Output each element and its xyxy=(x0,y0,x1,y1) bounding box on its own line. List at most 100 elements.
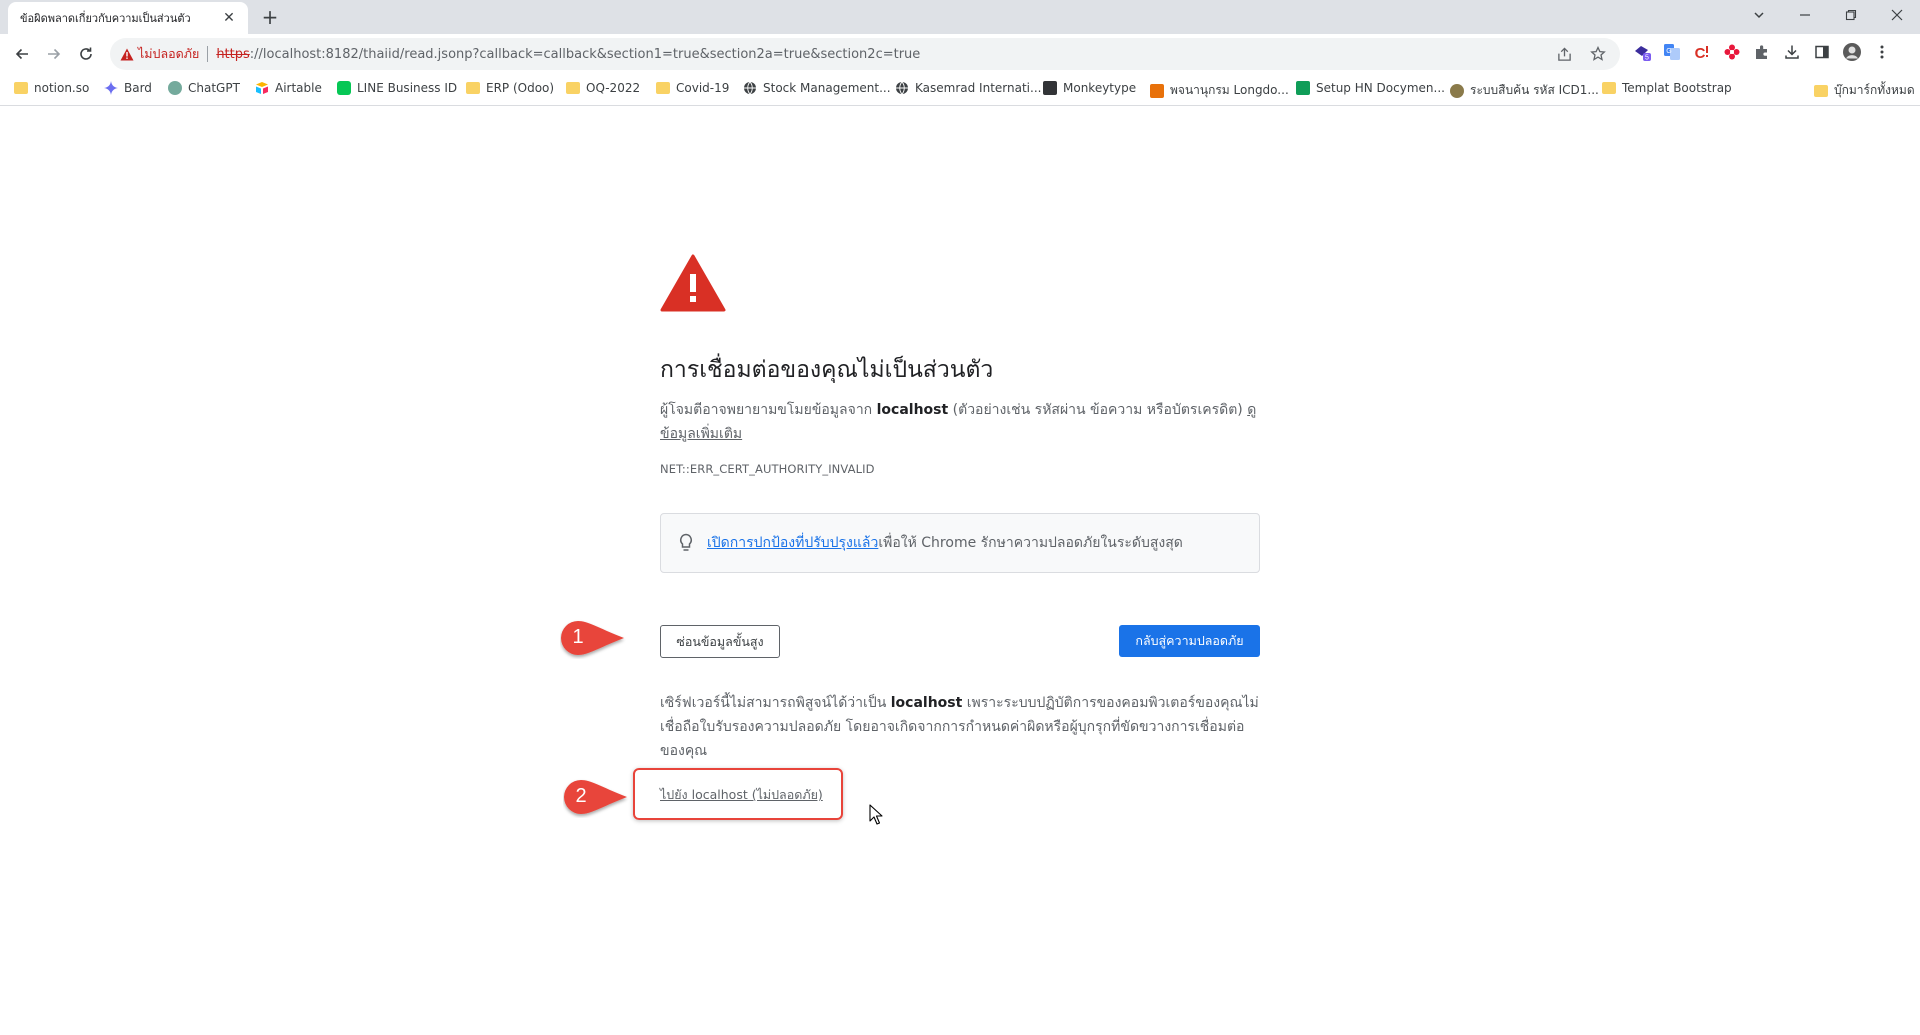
url-rest: ://localhost:8182/thaiid/read.jsonp?call… xyxy=(249,46,921,62)
warning-triangle-icon xyxy=(120,48,134,60)
airtable-icon xyxy=(256,82,268,94)
folder-icon xyxy=(566,82,580,94)
desc-host: localhost xyxy=(876,402,949,418)
bard-icon xyxy=(104,81,118,95)
security-label: ไม่ปลอดภัย xyxy=(138,46,200,61)
browser-toolbar: ไม่ปลอดภัย https://localhost:8182/thaiid… xyxy=(0,34,1920,74)
lightbulb-icon xyxy=(680,533,692,551)
mouse-cursor-icon xyxy=(869,804,883,825)
enhanced-protection-link[interactable]: เปิดการปกป้องที่ปรับปรุงแล้ว xyxy=(707,535,878,551)
back-to-safety-button[interactable]: กลับสู่ความปลอดภัย xyxy=(1119,625,1260,657)
reload-icon[interactable] xyxy=(74,42,98,66)
highlight-box xyxy=(633,768,843,820)
side-panel-icon[interactable] xyxy=(1812,42,1832,62)
minimize-icon[interactable] xyxy=(1782,0,1828,30)
bookmark-bard[interactable]: Bard xyxy=(104,81,152,95)
bookmark-line[interactable]: LINE Business ID xyxy=(337,81,457,95)
detail-host: localhost xyxy=(890,695,963,711)
bookmark-label: Airtable xyxy=(275,81,322,95)
extensions-puzzle-icon[interactable] xyxy=(1752,42,1772,62)
extension-c-icon[interactable]: C xyxy=(1692,42,1712,62)
bookmark-erp-odoo[interactable]: ERP (Odoo) xyxy=(466,81,554,95)
tab-close-icon[interactable]: ✕ xyxy=(220,9,238,27)
tab-title: ข้อผิดพลาดเกี่ยวกับความเป็นส่วนตัว xyxy=(20,12,191,25)
bookmark-airtable[interactable]: Airtable xyxy=(255,81,322,95)
step-marker-1-label: 1 xyxy=(572,625,584,648)
bookmark-covid-19[interactable]: Covid-19 xyxy=(656,81,729,95)
chatgpt-icon xyxy=(168,81,182,95)
globe-icon xyxy=(744,81,756,95)
bookmark-label: Kasemrad Internati... xyxy=(915,81,1042,95)
line-icon xyxy=(337,81,351,95)
tab-active[interactable]: ข้อผิดพลาดเกี่ยวกับความเป็นส่วนตัว ✕ xyxy=(8,2,248,34)
address-bar[interactable]: ไม่ปลอดภัย https://localhost:8182/thaiid… xyxy=(110,38,1620,70)
bookmark-label: Templat Bootstrap xyxy=(1622,81,1732,95)
bookmark-chatgpt[interactable]: ChatGPT xyxy=(168,81,240,95)
bookmark-label: notion.so xyxy=(34,81,90,95)
enhanced-protection-text: เปิดการปกป้องที่ปรับปรุงแล้วเพื่อให้ Chr… xyxy=(707,532,1183,554)
hide-advanced-button[interactable]: ซ่อนข้อมูลขั้นสูง xyxy=(660,625,780,658)
advanced-details: เซิร์ฟเวอร์นี้ไม่สามารถพิสูจน์ได้ว่าเป็น… xyxy=(660,691,1260,763)
extension-graph-icon[interactable]: 5 xyxy=(1632,42,1652,62)
bookmark-setup-hn[interactable]: Setup HN Docymen... xyxy=(1296,81,1445,95)
bookmark-label: Monkeytype xyxy=(1063,81,1137,95)
bookmark-label: ChatGPT xyxy=(188,81,240,95)
google-translate-icon[interactable]: G xyxy=(1662,42,1682,62)
bookmark-label: LINE Business ID xyxy=(357,81,458,95)
step-marker-2-label: 2 xyxy=(575,784,587,807)
restore-icon[interactable] xyxy=(1828,0,1874,30)
more-menu-icon[interactable] xyxy=(1872,42,1892,62)
step-marker-1: 1 xyxy=(560,619,624,655)
bookmark-monkeytype[interactable]: Monkeytype xyxy=(1043,81,1136,95)
svg-text:G: G xyxy=(1666,48,1671,55)
bookmark-label: Bard xyxy=(124,81,152,95)
bookmark-label: OQ-2022 xyxy=(586,81,641,95)
bookmark-all-bookmarks[interactable]: บุ๊กมาร์กทั้งหมด xyxy=(1814,81,1915,100)
folder-icon xyxy=(656,82,670,94)
tab-search-icon[interactable] xyxy=(1736,0,1782,30)
monkeytype-icon xyxy=(1043,81,1057,95)
page-title: การเชื่อมต่อของคุณไม่เป็นส่วนตัว xyxy=(660,357,994,383)
profile-avatar[interactable] xyxy=(1842,42,1862,62)
folder-icon xyxy=(1602,82,1616,94)
tab-strip: ข้อผิดพลาดเกี่ยวกับความเป็นส่วนตัว ✕ + xyxy=(0,0,1920,34)
enhanced-protection-box: เปิดการปกป้องที่ปรับปรุงแล้วเพื่อให้ Chr… xyxy=(660,513,1260,573)
error-code: NET::ERR_CERT_AUTHORITY_INVALID xyxy=(660,462,875,476)
bookmark-longdo[interactable]: พจนานุกรม Longdo... xyxy=(1150,81,1289,100)
bookmark-stock-management[interactable]: Stock Management... xyxy=(743,81,891,95)
bookmark-label: Setup HN Docymen... xyxy=(1316,81,1445,95)
close-window-icon[interactable] xyxy=(1874,0,1920,30)
enhanced-protection-suffix: เพื่อให้ Chrome รักษาความปลอดภัยในระดับส… xyxy=(878,535,1183,551)
notion-icon xyxy=(14,82,28,94)
bookmark-label: ระบบสืบค้น รหัส ICD1... xyxy=(1470,83,1599,97)
forward-arrow-icon[interactable] xyxy=(42,42,66,66)
extensions-area: 5 G C xyxy=(1632,42,1892,62)
security-indicator[interactable]: ไม่ปลอดภัย xyxy=(120,46,209,62)
url-scheme: https xyxy=(216,46,250,62)
desc-text: (ตัวอย่างเช่น รหัสผ่าน ข้อความ หรือบัตรเ… xyxy=(948,402,1248,418)
bookmark-oq-2022[interactable]: OQ-2022 xyxy=(566,81,640,95)
seal-icon xyxy=(1450,83,1464,98)
folder-icon xyxy=(1814,84,1828,97)
longdo-icon xyxy=(1150,83,1164,98)
bookmark-label: ERP (Odoo) xyxy=(486,81,555,95)
extension-flower-icon[interactable] xyxy=(1722,42,1742,62)
bookmark-star-icon[interactable] xyxy=(1588,44,1608,64)
bookmark-label: Stock Management... xyxy=(763,81,891,95)
detail-text: เซิร์ฟเวอร์นี้ไม่สามารถพิสูจน์ได้ว่าเป็น xyxy=(660,695,891,711)
back-arrow-icon[interactable] xyxy=(10,42,34,66)
bookmark-templat-bootstrap[interactable]: Templat Bootstrap xyxy=(1602,81,1732,95)
bookmark-notion[interactable]: notion.so xyxy=(14,81,89,95)
globe-icon xyxy=(896,81,908,95)
step-marker-2: 2 xyxy=(563,778,627,814)
share-icon[interactable] xyxy=(1554,44,1574,64)
download-icon[interactable] xyxy=(1782,42,1802,62)
bookmark-kasemrad[interactable]: Kasemrad Internati... xyxy=(895,81,1041,95)
bookmark-icd[interactable]: ระบบสืบค้น รหัส ICD1... xyxy=(1450,81,1599,100)
bookmarks-bar: notion.so Bard ChatGPT Airtable LINE Bus… xyxy=(0,74,1920,106)
error-description: ผู้โจมตีอาจพยายามขโมยข้อมูลจาก localhost… xyxy=(660,398,1260,446)
url-text: https://localhost:8182/thaiid/read.jsonp… xyxy=(216,47,920,62)
new-tab-button[interactable]: + xyxy=(258,5,282,29)
svg-text:5: 5 xyxy=(1645,55,1649,62)
folder-icon xyxy=(466,82,480,94)
